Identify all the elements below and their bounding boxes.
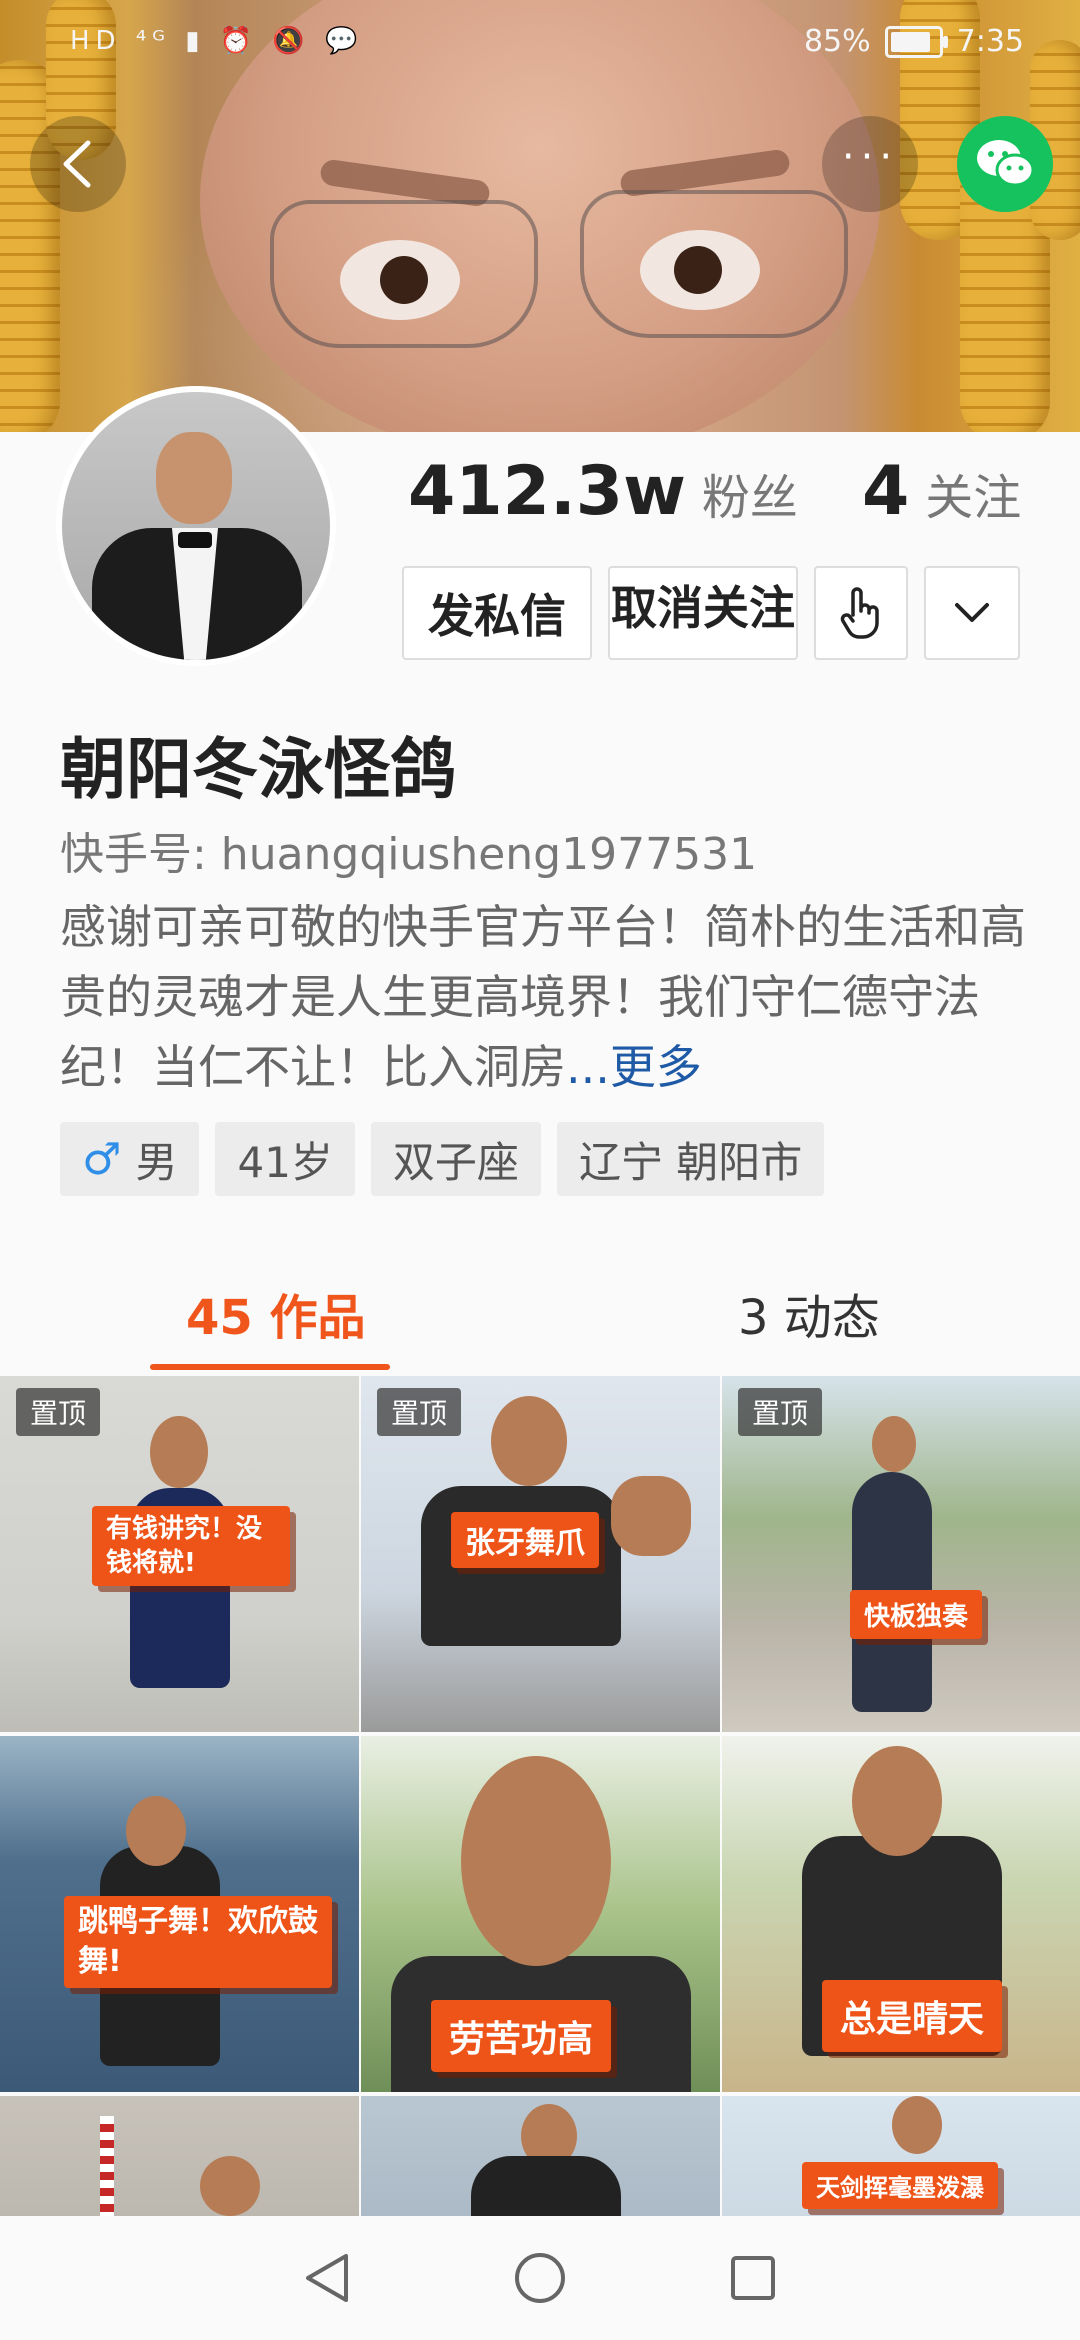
gender-tag: ♂ 男 <box>60 1122 200 1196</box>
nav-back-icon <box>305 2254 348 2302</box>
followers-label[interactable]: 粉丝 <box>702 458 798 528</box>
following-count[interactable]: 4 <box>862 452 909 531</box>
profile-tabs: 45 作品 3 动态 <box>0 1260 1080 1372</box>
glasses-lens <box>580 190 848 338</box>
wechat-icon <box>977 140 1035 187</box>
video-tile[interactable]: 置顶 张牙舞爪 <box>361 1376 720 1732</box>
video-tile[interactable] <box>361 2096 720 2216</box>
glasses-lens <box>270 200 538 348</box>
video-tile[interactable]: 劳苦功高 <box>361 1736 720 2092</box>
status-bar: HD ⁴ᴳ ▮ ⏰ 🔕 💬 85% 7:35 <box>0 0 1080 88</box>
profile-cover-photo: HD ⁴ᴳ ▮ ⏰ 🔕 💬 85% 7:35 ··· <box>0 0 1080 432</box>
chevron-down-icon <box>955 603 989 622</box>
video-grid: 置顶 有钱讲究！没钱将就! 置顶 张牙舞爪 置顶 快板独奏 跳鸭子舞！欢欣鼓舞!… <box>0 1376 1080 2216</box>
video-caption: 总是晴天 <box>822 1980 1003 2052</box>
video-tile[interactable]: 天剑挥毫墨泼瀑 <box>722 2096 1080 2216</box>
battery-percent: 85% <box>803 24 871 59</box>
following-label[interactable]: 关注 <box>925 458 1021 528</box>
unfollow-button[interactable]: 取消关注 <box>608 566 798 660</box>
pinned-badge: 置顶 <box>738 1388 823 1436</box>
video-caption: 快板独奏 <box>850 1590 983 1639</box>
tab-moments[interactable]: 3 动态 <box>738 1278 880 1348</box>
video-caption: 跳鸭子舞！欢欣鼓舞! <box>64 1896 332 1988</box>
video-tile[interactable]: 置顶 有钱讲究！没钱将就! <box>0 1376 359 1732</box>
male-icon: ♂ <box>82 1133 122 1185</box>
bio-more-link[interactable]: 更多 <box>610 1040 702 1094</box>
video-tile[interactable]: 总是晴天 <box>722 1736 1080 2092</box>
clock: 7:35 <box>956 24 1024 59</box>
video-caption: 天剑挥毫墨泼瀑 <box>802 2162 998 2209</box>
back-arrow-icon <box>63 140 91 188</box>
video-caption: 劳苦功高 <box>431 2000 612 2072</box>
video-tile[interactable] <box>0 2096 359 2216</box>
status-icons: HD ⁴ᴳ ▮ ⏰ 🔕 💬 <box>70 26 364 56</box>
profile-tags: ♂ 男 41岁 双子座 辽宁 朝阳市 <box>60 1122 825 1196</box>
location-tag: 辽宁 朝阳市 <box>556 1122 825 1196</box>
video-caption: 张牙舞爪 <box>451 1512 599 1568</box>
wechat-share-button[interactable] <box>957 116 1053 212</box>
video-caption: 有钱讲究！没钱将就! <box>92 1506 290 1586</box>
profile-bio: 感谢可亲可敬的快手官方平台！简朴的生活和高贵的灵魂才是人生更高境界！我们守仁德守… <box>60 892 1040 1102</box>
profile-name: 朝阳冬泳怪鸽 <box>60 731 456 808</box>
nav-back-button[interactable] <box>287 2238 367 2318</box>
nav-home-icon <box>514 2253 565 2303</box>
video-tile[interactable]: 跳鸭子舞！欢欣鼓舞! <box>0 1736 359 2092</box>
system-nav-bar <box>0 2216 1080 2340</box>
nav-recents-button[interactable] <box>713 2238 793 2318</box>
more-dots-icon: ··· <box>841 134 899 180</box>
age-tag: 41岁 <box>215 1122 355 1196</box>
pinned-badge: 置顶 <box>377 1388 462 1436</box>
bio-ellipsis: ... <box>566 1040 610 1094</box>
expand-dropdown-button[interactable] <box>924 566 1020 660</box>
profile-stats: 412.3w 粉丝 4 关注 <box>408 452 1021 531</box>
nav-recents-icon <box>731 2256 776 2300</box>
active-tab-indicator <box>150 1364 390 1370</box>
zodiac-tag: 双子座 <box>370 1122 541 1196</box>
followers-count[interactable]: 412.3w <box>408 452 686 531</box>
back-button[interactable] <box>30 116 126 212</box>
nav-home-button[interactable] <box>500 2238 580 2318</box>
gender-label: 男 <box>135 1137 178 1187</box>
battery-icon <box>884 25 948 58</box>
bio-text: 感谢可亲可敬的快手官方平台！简朴的生活和高贵的灵魂才是人生更高境界！我们守仁德守… <box>60 900 1026 1094</box>
gesture-button[interactable] <box>814 566 908 660</box>
user-id: 快手号: huangqiusheng1977531 <box>60 829 758 880</box>
pinned-badge: 置顶 <box>16 1388 101 1436</box>
more-options-button[interactable]: ··· <box>822 116 918 212</box>
video-tile[interactable]: 置顶 快板独奏 <box>722 1376 1080 1732</box>
tab-works[interactable]: 45 作品 <box>186 1278 366 1348</box>
avatar[interactable] <box>56 386 336 666</box>
send-message-button[interactable]: 发私信 <box>402 566 592 660</box>
hand-pointer-icon <box>840 587 879 639</box>
